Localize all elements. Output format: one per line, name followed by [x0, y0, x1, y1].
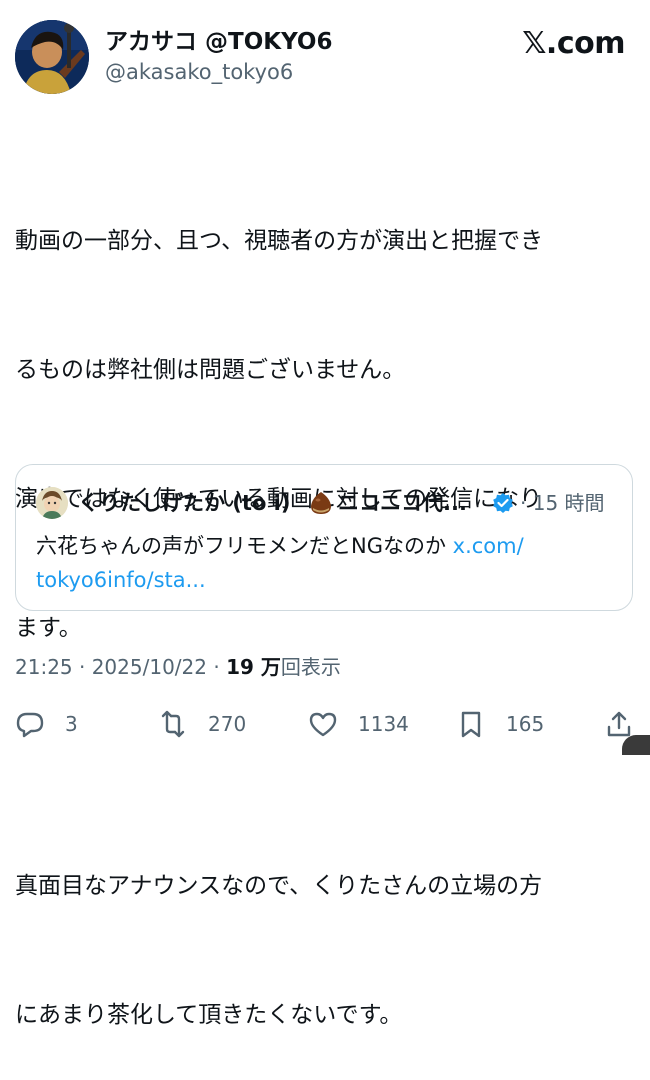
window-corner: [622, 735, 650, 755]
tweet-header: アカサコ @TOKYO6 @akasako_tokyo6 𝕏.com: [15, 20, 635, 96]
author-handle[interactable]: @akasako_tokyo6: [105, 58, 332, 86]
quoted-tweet-time[interactable]: · 15 時間: [520, 489, 605, 517]
chestnut-emoji: [311, 492, 331, 514]
author-avatar[interactable]: [15, 20, 89, 94]
repost-count: 270: [208, 712, 247, 736]
tweet-timestamp[interactable]: 21:25 · 2025/10/22 ·: [15, 655, 226, 679]
body-line: るものは弊社側は問題ございません。: [15, 357, 406, 383]
bookmark-button[interactable]: 165: [456, 702, 544, 746]
body-line: にあまり茶化して頂きたくないです。: [15, 1002, 403, 1028]
action-bar: 3 270 1134 165: [0, 702, 650, 746]
quoted-author-name-suffix[interactable]: ニコニコ代...: [338, 489, 467, 517]
quoted-link-part1[interactable]: x.com/: [453, 534, 524, 558]
like-button[interactable]: 1134: [308, 702, 409, 746]
bookmark-count: 165: [506, 712, 545, 736]
reply-count: 3: [65, 712, 78, 736]
site-logo: 𝕏.com: [522, 26, 625, 61]
body-line: ます。: [15, 615, 82, 641]
quoted-text: 六花ちゃんの声がフリモメンだとNGなのか: [36, 534, 453, 558]
verified-icon: [493, 493, 513, 513]
author-display-name[interactable]: アカサコ @TOKYO6: [105, 28, 332, 56]
tweet-meta: 21:25 · 2025/10/22 · 19 万回表示: [15, 653, 341, 681]
views-count: 19 万: [226, 655, 281, 679]
quoted-tweet-text: 六花ちゃんの声がフリモメンだとNGなのか x.com/ tokyo6info/s…: [36, 529, 616, 597]
repost-button[interactable]: 270: [158, 702, 246, 746]
like-icon: [309, 712, 337, 737]
quoted-link-part2[interactable]: tokyo6info/sta...: [36, 568, 206, 592]
bookmark-icon: [461, 711, 481, 738]
quoted-tweet-header: くりたしげたか (to i) ニコニコ代... · 15 時間: [36, 487, 626, 519]
repost-icon: [161, 710, 185, 738]
like-count: 1134: [358, 712, 409, 736]
quoted-author-name[interactable]: くりたしげたか (to i): [78, 489, 290, 517]
body-line: 動画の一部分、且つ、視聴者の方が演出と把握でき: [15, 228, 544, 254]
reply-icon: [16, 712, 44, 738]
body-line: 真面目なアナウンスなので、くりたさんの立場の方: [15, 873, 543, 899]
share-icon: [607, 711, 631, 737]
reply-button[interactable]: 3: [15, 702, 78, 746]
views-label: 回表示: [280, 655, 341, 679]
author-names: アカサコ @TOKYO6 @akasako_tokyo6: [105, 28, 332, 86]
quoted-author-avatar[interactable]: [36, 487, 68, 519]
quoted-tweet-card[interactable]: くりたしげたか (to i) ニコニコ代... · 15 時間 六花ちゃんの声が…: [15, 464, 633, 611]
